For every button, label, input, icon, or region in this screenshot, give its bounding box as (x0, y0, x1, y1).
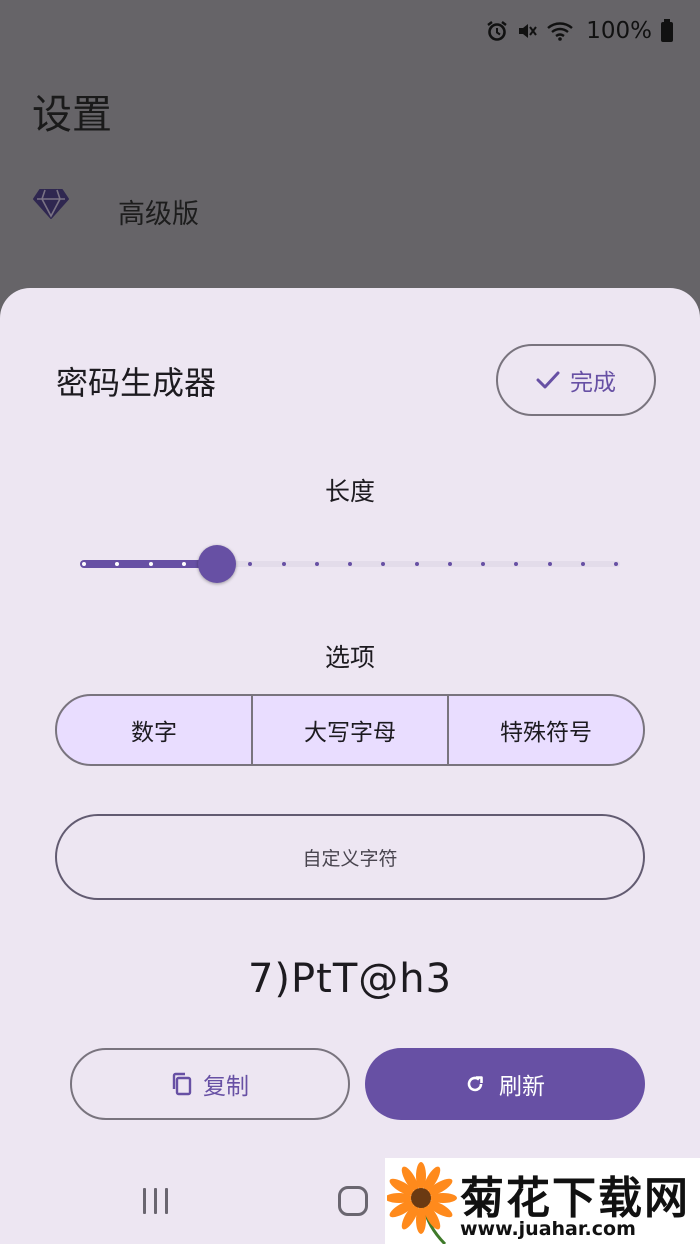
custom-characters-field[interactable]: 自定义字符 (55, 814, 645, 900)
alarm-icon (487, 21, 507, 41)
premium-row[interactable]: 高级版 (32, 188, 199, 230)
option-uppercase[interactable]: 大写字母 (251, 696, 447, 764)
page-title: 设置 (32, 92, 112, 138)
recent-apps-button[interactable] (143, 1188, 168, 1214)
copy-icon (172, 1072, 192, 1096)
length-slider[interactable] (80, 544, 620, 584)
password-generator-sheet: 密码生成器 完成 长度 选项 数字 大写字母 特殊符号 自定义字符 7)PtT@… (0, 288, 700, 1244)
mute-icon (519, 24, 538, 38)
slider-tick (348, 562, 352, 566)
refresh-icon (467, 1076, 483, 1092)
options-label: 选项 (324, 643, 375, 672)
home-button[interactable] (338, 1186, 368, 1216)
options-segmented-button: 数字 大写字母 特殊符号 (55, 694, 645, 766)
slider-tick (614, 562, 618, 566)
copy-label: 复制 (203, 1074, 249, 1100)
status-icons: 100% (486, 16, 674, 46)
watermark-url: www.juahar.com (460, 1218, 636, 1240)
slider-tick (148, 562, 153, 566)
flower-logo-icon (387, 1162, 457, 1244)
generated-password: 7)PtT@h3 (247, 956, 453, 1002)
premium-label: 高级版 (118, 199, 199, 230)
option-special-symbols[interactable]: 特殊符号 (447, 696, 643, 764)
slider-tick (481, 562, 485, 566)
slider-thumb[interactable] (198, 545, 236, 583)
length-label: 长度 (324, 477, 375, 506)
status-bar: 100% (0, 0, 700, 60)
slider-tick (414, 562, 419, 566)
option-numbers[interactable]: 数字 (57, 696, 251, 764)
watermark-title: 菊花下载网 (460, 1173, 690, 1224)
sheet-title: 密码生成器 (56, 364, 217, 402)
battery-icon (661, 19, 673, 42)
slider-tick (547, 562, 552, 566)
refresh-button[interactable]: 刷新 (365, 1048, 645, 1120)
refresh-label: 刷新 (499, 1074, 545, 1100)
slider-tick (580, 562, 585, 566)
check-icon (536, 371, 560, 389)
done-button[interactable]: 完成 (496, 344, 656, 416)
battery-percentage: 100% (586, 18, 652, 44)
slider-tick (82, 562, 86, 566)
slider-tick (281, 562, 286, 566)
diamond-icon (33, 189, 69, 219)
copy-button[interactable]: 复制 (70, 1048, 350, 1120)
wifi-icon (547, 22, 574, 41)
slider-tick (314, 562, 319, 566)
slider-tick (181, 562, 186, 566)
done-label: 完成 (570, 370, 616, 396)
watermark: 菊花下载网 www.juahar.com (385, 1158, 700, 1244)
slider-tick (447, 562, 452, 566)
